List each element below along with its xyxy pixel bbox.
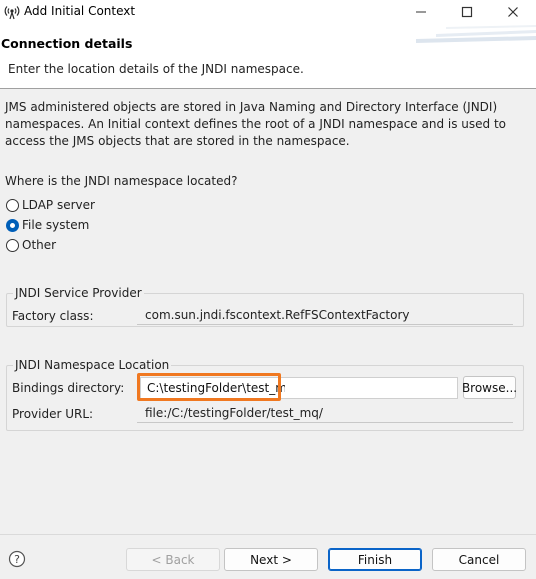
minimize-icon xyxy=(416,11,426,13)
radio-other[interactable]: Other xyxy=(6,238,56,252)
radio-button[interactable] xyxy=(6,198,19,212)
factory-class-label: Factory class: xyxy=(12,309,94,323)
location-question: Where is the JNDI namespace located? xyxy=(5,174,238,188)
radio-button[interactable] xyxy=(6,218,19,232)
title-bar: Add Initial Context xyxy=(0,0,536,24)
maximize-button[interactable] xyxy=(444,0,490,24)
provider-url-label: Provider URL: xyxy=(12,407,94,421)
banner-decoration xyxy=(416,25,536,43)
cancel-button[interactable]: Cancel xyxy=(432,548,526,571)
group-label: JNDI Service Provider xyxy=(13,286,144,300)
highlight-box xyxy=(137,373,281,401)
factory-class-field[interactable]: com.sun.jndi.fscontext.RefFSContextFacto… xyxy=(137,305,513,325)
close-icon xyxy=(508,7,518,17)
radio-signal-icon xyxy=(4,6,20,20)
bindings-directory-input-extension[interactable] xyxy=(285,377,458,399)
radio-ldap-server[interactable]: LDAP server xyxy=(6,198,95,212)
group-label: JNDI Namespace Location xyxy=(13,358,172,372)
radio-button[interactable] xyxy=(6,238,19,252)
close-button[interactable] xyxy=(490,0,536,24)
radio-file-system[interactable]: File system xyxy=(6,218,89,232)
page-description: Enter the location details of the JNDI n… xyxy=(8,62,304,76)
maximize-icon xyxy=(461,6,473,18)
svg-text:?: ? xyxy=(14,553,20,566)
radio-label: LDAP server xyxy=(22,198,95,212)
radio-label: Other xyxy=(22,238,57,252)
radio-label: File system xyxy=(22,218,90,232)
minimize-button[interactable] xyxy=(398,0,444,24)
footer-divider xyxy=(0,534,536,535)
provider-url-field[interactable]: file:/C:/testingFolder/test_mq/ xyxy=(137,403,513,423)
wizard-content: JMS administered objects are stored in J… xyxy=(0,89,536,534)
bindings-directory-label: Bindings directory: xyxy=(12,381,125,395)
next-button[interactable]: Next > xyxy=(224,548,318,571)
browse-button[interactable]: Browse... xyxy=(462,376,517,399)
page-title: Connection details xyxy=(1,36,133,51)
window-title: Add Initial Context xyxy=(24,4,136,18)
back-button[interactable]: < Back xyxy=(126,548,220,571)
help-icon[interactable]: ? xyxy=(8,550,26,568)
intro-text: JMS administered objects are stored in J… xyxy=(5,100,507,148)
finish-button[interactable]: Finish xyxy=(328,548,422,571)
wizard-banner: Connection details Enter the location de… xyxy=(0,24,536,88)
